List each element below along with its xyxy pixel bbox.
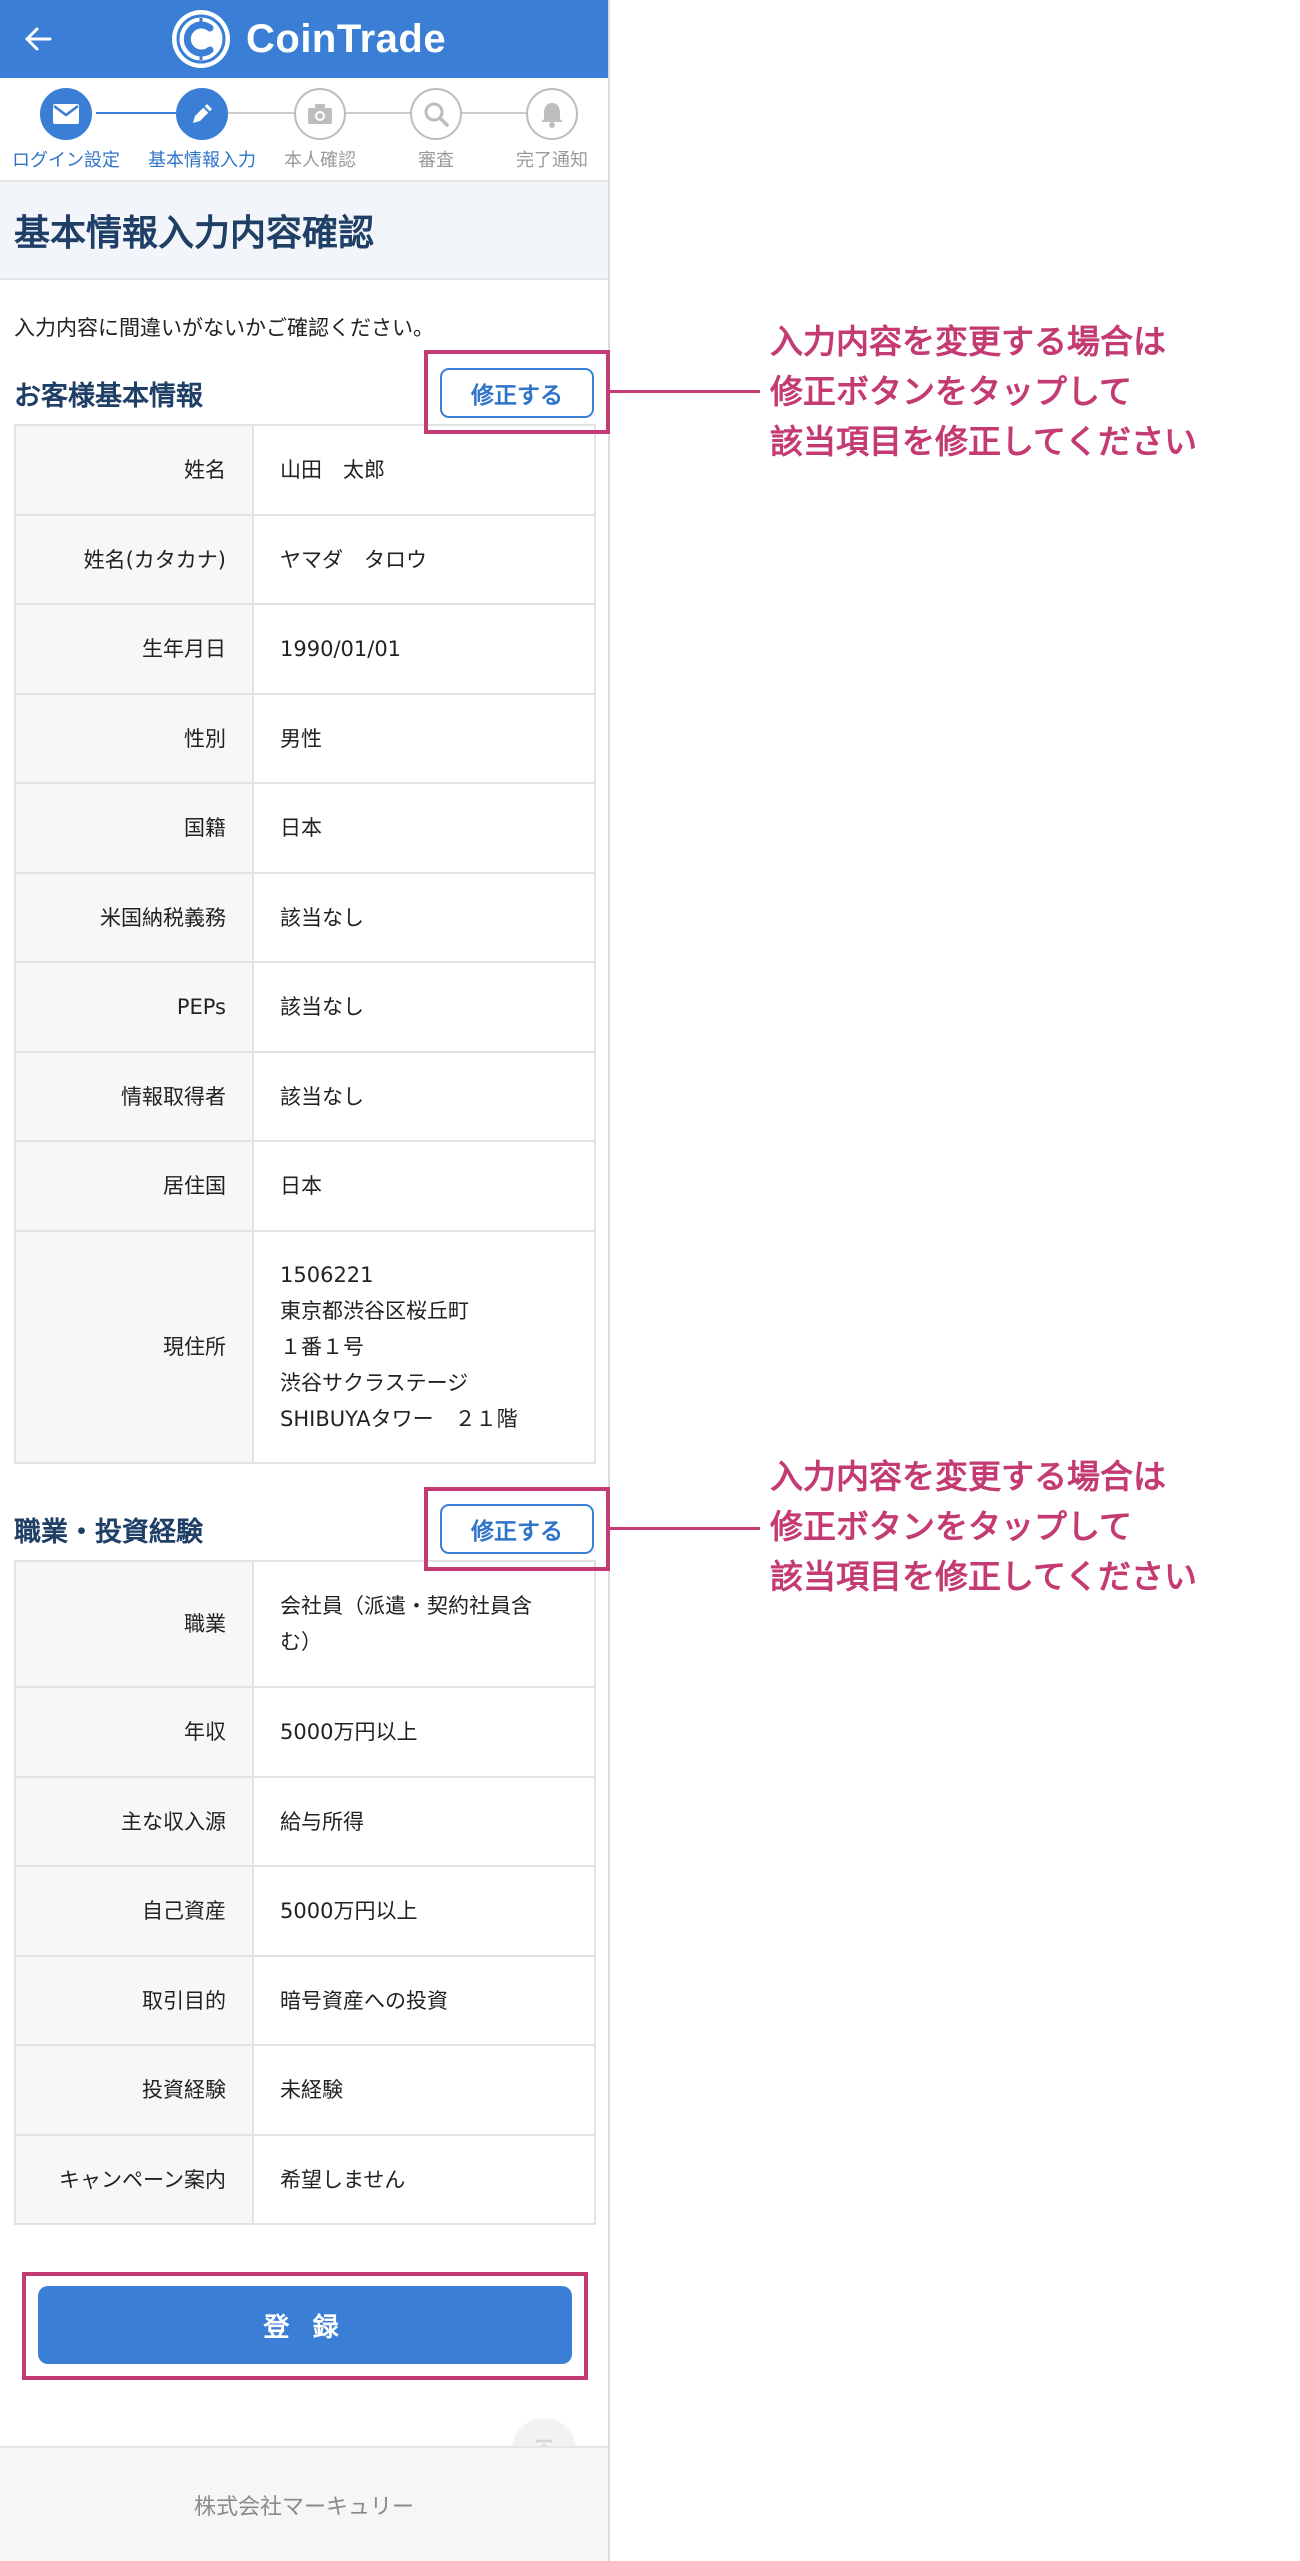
occupation-table: 職業 会社員（派遣・契約社員含 む） 年収 5000万円以上 主な収入源 給与所… (14, 1560, 596, 2225)
row-label: PEPs (14, 961, 254, 1053)
row-value: 給与所得 (252, 1776, 596, 1867)
table-row: 職業 会社員（派遣・契約社員含 む） (14, 1560, 596, 1688)
address-line: SHIBUYAタワー ２１階 (280, 1407, 518, 1431)
row-value: 日本 (252, 1140, 596, 1232)
annotation-line: 該当項目を修正してください (770, 422, 1198, 461)
title-band: 基本情報入力内容確認 (0, 182, 608, 280)
address-line: 1506221 (280, 1263, 374, 1287)
annotation-connector (610, 1527, 760, 1530)
row-label: 投資経験 (14, 2044, 254, 2136)
table-row: 年収 5000万円以上 (14, 1686, 596, 1778)
row-value: 該当なし (252, 872, 596, 963)
value-line: 会社員（派遣・契約社員含 (280, 1594, 532, 1618)
arrow-left-icon[interactable] (16, 17, 60, 61)
row-value: 1990/01/01 (252, 603, 596, 695)
address-line: 東京都渋谷区桜丘町 (280, 1299, 469, 1323)
highlight-register-button (22, 2272, 588, 2380)
step-complete: 完了通知 (482, 88, 622, 172)
value-line: む） (280, 1630, 322, 1654)
table-row: 生年月日 1990/01/01 (14, 603, 596, 695)
app-header: CoinTrade (0, 0, 608, 78)
row-value: 男性 (252, 693, 596, 784)
table-row: 投資経験 未経験 (14, 2044, 596, 2136)
step-login-settings: ログイン設定 (0, 88, 136, 172)
intro-text: 入力内容に間違いがないかご確認ください。 (14, 316, 434, 340)
table-row: 姓名(カタカナ) ヤマダ タロウ (14, 514, 596, 605)
table-row: 取引目的 暗号資産への投資 (14, 1955, 596, 2046)
row-label: 居住国 (14, 1140, 254, 1232)
row-label: 自己資産 (14, 1865, 254, 1957)
row-label: 性別 (14, 693, 254, 784)
section-title-customer-info: お客様基本情報 (14, 381, 203, 412)
row-value: 該当なし (252, 1051, 596, 1142)
annotation-line: 入力内容を変更する場合は (770, 322, 1166, 361)
pencil-icon (176, 88, 228, 140)
row-value: 会社員（派遣・契約社員含 む） (252, 1560, 596, 1688)
row-value: 該当なし (252, 961, 596, 1053)
logo-text: CoinTrade (246, 17, 447, 61)
step-label: 完了通知 (516, 150, 588, 171)
table-row: 自己資産 5000万円以上 (14, 1865, 596, 1957)
highlight-edit-customer-info (424, 350, 610, 434)
footer: 株式会社マーキュリー (0, 2446, 608, 2561)
customer-info-table: 姓名 山田 太郎 姓名(カタカナ) ヤマダ タロウ 生年月日 1990/01/0… (14, 424, 596, 1464)
row-label: 年収 (14, 1686, 254, 1778)
address-line: １番１号 (280, 1335, 364, 1359)
row-value: 5000万円以上 (252, 1865, 596, 1957)
annotation-line: 修正ボタンをタップして (770, 1507, 1133, 1546)
coin-logo-icon (170, 8, 232, 70)
table-row: 現住所 1506221 東京都渋谷区桜丘町 １番１号 渋谷サクラステージ SHI… (14, 1230, 596, 1464)
row-value: 暗号資産への投資 (252, 1955, 596, 2046)
progress-steps: ログイン設定 基本情報入力 本人確認 審査 完了通知 (0, 78, 608, 182)
address-line: 渋谷サクラステージ (280, 1371, 469, 1395)
annotation-line: 修正ボタンをタップして (770, 372, 1133, 411)
annotation-note-2: 入力内容を変更する場合は 修正ボタンをタップして 該当項目を修正してください (770, 1452, 1197, 1602)
table-row: 国籍 日本 (14, 782, 596, 874)
row-label: キャンペーン案内 (14, 2134, 254, 2225)
row-label: 姓名 (14, 424, 254, 516)
row-label: 情報取得者 (14, 1051, 254, 1142)
table-row: PEPs 該当なし (14, 961, 596, 1053)
row-label: 米国納税義務 (14, 872, 254, 963)
table-row: 姓名 山田 太郎 (14, 424, 596, 516)
row-label: 職業 (14, 1560, 254, 1688)
row-value: 未経験 (252, 2044, 596, 2136)
row-label: 取引目的 (14, 1955, 254, 2046)
row-label: 現住所 (14, 1230, 254, 1464)
table-row: キャンペーン案内 希望しません (14, 2134, 596, 2225)
row-value-address: 1506221 東京都渋谷区桜丘町 １番１号 渋谷サクラステージ SHIBUYA… (252, 1230, 596, 1464)
search-icon (410, 88, 462, 140)
table-row: 主な収入源 給与所得 (14, 1776, 596, 1867)
page-title: 基本情報入力内容確認 (14, 213, 375, 254)
annotation-connector (610, 390, 760, 393)
envelope-icon (40, 88, 92, 140)
step-label: ログイン設定 (12, 150, 120, 171)
camera-icon (294, 88, 346, 140)
table-row: 居住国 日本 (14, 1140, 596, 1232)
annotation-line: 入力内容を変更する場合は (770, 1457, 1166, 1496)
row-value: ヤマダ タロウ (252, 514, 596, 605)
section-title-occupation: 職業・投資経験 (14, 1517, 203, 1548)
row-label: 主な収入源 (14, 1776, 254, 1867)
row-label: 姓名(カタカナ) (14, 514, 254, 605)
row-value: 5000万円以上 (252, 1686, 596, 1778)
table-row: 情報取得者 該当なし (14, 1051, 596, 1142)
table-row: 性別 男性 (14, 693, 596, 784)
highlight-edit-occupation (424, 1487, 610, 1571)
annotation-line: 該当項目を修正してください (770, 1557, 1198, 1596)
table-row: 米国納税義務 該当なし (14, 872, 596, 963)
bell-icon (526, 88, 578, 140)
row-label: 生年月日 (14, 603, 254, 695)
annotation-note-1: 入力内容を変更する場合は 修正ボタンをタップして 該当項目を修正してください (770, 317, 1197, 467)
row-value: 希望しません (252, 2134, 596, 2225)
row-label: 国籍 (14, 782, 254, 874)
footer-company-name: 株式会社マーキュリー (193, 2494, 414, 2520)
row-value: 山田 太郎 (252, 424, 596, 516)
row-value: 日本 (252, 782, 596, 874)
